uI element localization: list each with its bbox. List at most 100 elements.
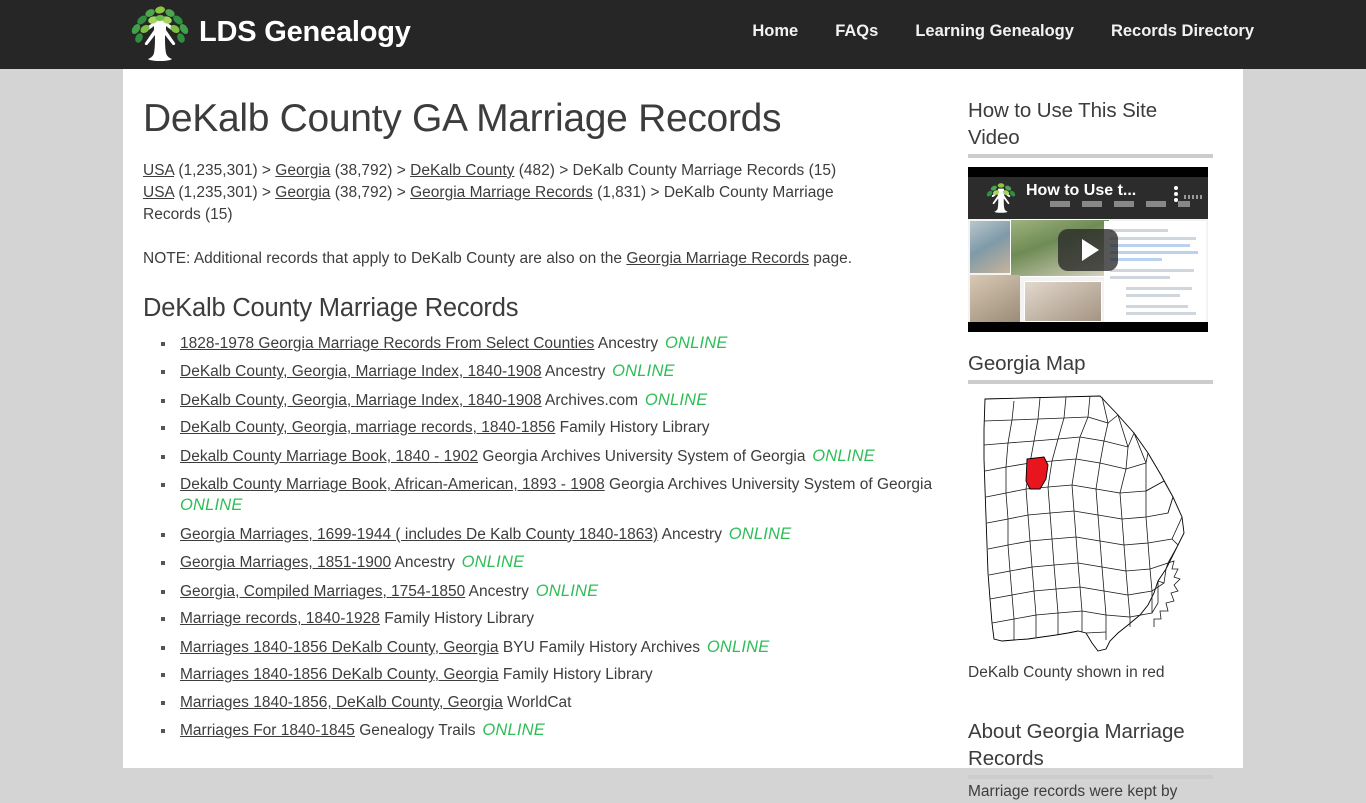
nav-learning-genealogy[interactable]: Learning Genealogy xyxy=(915,22,1074,41)
record-list-item: DeKalb County, Georgia, marriage records… xyxy=(176,418,943,438)
record-source: BYU Family History Archives xyxy=(498,638,701,656)
sidebar: How to Use This Site Video How to Use t.… xyxy=(968,69,1213,803)
record-list-item: Georgia Marriages, 1699-1944 ( includes … xyxy=(176,524,943,545)
nav-home[interactable]: Home xyxy=(752,22,798,41)
record-title-link[interactable]: Dekalb County Marriage Book, African-Ame… xyxy=(180,476,605,493)
record-title-link[interactable]: Georgia Marriages, 1851-1900 xyxy=(180,554,391,571)
note-link-georgia-marriage-records[interactable]: Georgia Marriage Records xyxy=(626,250,809,267)
breadcrumb-2-part-4[interactable]: Georgia Marriage Records xyxy=(410,184,593,201)
breadcrumb-1-part-1: (1,235,301) > xyxy=(174,161,276,179)
breadcrumb-2-part-3: (38,792) > xyxy=(330,183,411,201)
record-list: 1828-1978 Georgia Marriage Records From … xyxy=(143,333,943,742)
breadcrumb-1-part-0[interactable]: USA xyxy=(143,162,174,179)
about-body-text: Marriage records were kept by xyxy=(968,783,1178,800)
record-title-link[interactable]: DeKalb County, Georgia, Marriage Index, … xyxy=(180,392,542,409)
breadcrumb-2-part-1: (1,235,301) > xyxy=(174,183,276,201)
note-text: NOTE: Additional records that apply to D… xyxy=(143,248,943,270)
divider xyxy=(968,154,1213,158)
tree-logo-icon-thumb xyxy=(986,183,1016,213)
record-list-item: Marriage records, 1840-1928 Family Histo… xyxy=(176,609,943,629)
record-title-link[interactable]: Marriages For 1840-1845 xyxy=(180,722,355,739)
video-thumb-nav-bar xyxy=(1050,201,1190,207)
record-list-item: Georgia Marriages, 1851-1900 Ancestry ON… xyxy=(176,552,943,573)
brand-logo-link[interactable]: LDS Genealogy xyxy=(129,5,411,63)
nav-records-directory[interactable]: Records Directory xyxy=(1111,22,1254,41)
record-title-link[interactable]: Dekalb County Marriage Book, 1840 - 1902 xyxy=(180,448,478,465)
breadcrumb-2-part-2[interactable]: Georgia xyxy=(275,184,330,201)
breadcrumb-1-part-2[interactable]: Georgia xyxy=(275,162,330,179)
site-header: LDS Genealogy Home FAQs Learning Genealo… xyxy=(0,0,1366,69)
record-source: Family History Library xyxy=(379,610,535,628)
divider xyxy=(968,775,1213,779)
online-badge: ONLINE xyxy=(530,581,599,600)
record-list-item: Marriages 1840-1856 DeKalb County, Georg… xyxy=(176,665,943,685)
thumb-photo-3 xyxy=(970,275,1020,322)
georgia-map-svg xyxy=(983,395,1185,652)
play-icon xyxy=(1081,238,1099,261)
record-list-item: DeKalb County, Georgia, Marriage Index, … xyxy=(176,390,943,411)
record-list-item: Marriages 1840-1856 DeKalb County, Georg… xyxy=(176,637,943,658)
online-badge: ONLINE xyxy=(180,496,243,515)
divider xyxy=(968,380,1213,384)
record-list-item: DeKalb County, Georgia, Marriage Index, … xyxy=(176,361,943,382)
record-title-link[interactable]: Marriages 1840-1856, DeKalb County, Geor… xyxy=(180,694,503,711)
record-source: Ancestry xyxy=(391,554,455,572)
record-list-item: Dekalb County Marriage Book, African-Ame… xyxy=(176,474,943,516)
online-badge: ONLINE xyxy=(702,637,770,656)
video-thumb-header: How to Use t... xyxy=(968,177,1208,219)
record-title-link[interactable]: Marriages 1840-1856 DeKalb County, Georg… xyxy=(180,666,499,683)
online-badge: ONLINE xyxy=(477,721,545,740)
main-content: DeKalb County GA Marriage Records USA (1… xyxy=(143,69,943,749)
record-title-link[interactable]: 1828-1978 Georgia Marriage Records From … xyxy=(180,335,594,352)
record-list-item: 1828-1978 Georgia Marriage Records From … xyxy=(176,333,943,354)
brand-name: LDS Genealogy xyxy=(199,15,411,48)
record-source: WorldCat xyxy=(502,693,572,711)
record-source: Family History Library xyxy=(555,419,710,437)
page-container: DeKalb County GA Marriage Records USA (1… xyxy=(123,69,1243,800)
nav-faqs[interactable]: FAQs xyxy=(835,22,878,41)
video-thumb-menu-strip xyxy=(1184,195,1202,199)
page-title: DeKalb County GA Marriage Records xyxy=(143,97,782,140)
record-list-item: Georgia, Compiled Marriages, 1754-1850 A… xyxy=(176,581,943,602)
record-source: Genealogy Trails xyxy=(354,722,476,740)
section-title: DeKalb County Marriage Records xyxy=(143,293,519,322)
record-list-item: Dekalb County Marriage Book, 1840 - 1902… xyxy=(176,446,943,467)
online-badge: ONLINE xyxy=(723,524,792,543)
sidebar-about-heading: About Georgia Marriage Records xyxy=(968,720,1185,770)
online-badge: ONLINE xyxy=(660,333,728,352)
sidebar-video-heading: How to Use This Site Video xyxy=(968,99,1158,149)
how-to-use-video-player[interactable]: How to Use t... xyxy=(968,167,1208,332)
main-navigation: Home FAQs Learning Genealogy Records Dir… xyxy=(752,22,1254,41)
note-suffix: page. xyxy=(809,249,853,267)
sidebar-map-heading: Georgia Map xyxy=(968,352,1086,375)
record-source: Ancestry xyxy=(658,525,722,543)
breadcrumb-1-part-4[interactable]: DeKalb County xyxy=(410,162,514,179)
record-title-link[interactable]: Marriage records, 1840-1928 xyxy=(180,610,380,627)
record-title-link[interactable]: DeKalb County, Georgia, Marriage Index, … xyxy=(180,363,542,380)
video-play-button[interactable] xyxy=(1058,228,1118,271)
map-caption: DeKalb County shown in red xyxy=(968,664,1165,681)
note-prefix: NOTE: Additional records that apply to D… xyxy=(143,249,627,267)
record-source: Ancestry xyxy=(465,582,529,600)
record-title-link[interactable]: Georgia, Compiled Marriages, 1754-1850 xyxy=(180,583,465,600)
video-more-options-icon[interactable] xyxy=(1174,186,1178,202)
record-source: Archives.com xyxy=(541,391,639,409)
online-badge: ONLINE xyxy=(456,553,525,572)
breadcrumb-line-2: USA (1,235,301) > Georgia (38,792) > Geo… xyxy=(143,182,883,226)
breadcrumb-2-part-0[interactable]: USA xyxy=(143,184,174,201)
about-section: About Georgia Marriage Records Marriage … xyxy=(968,718,1213,803)
record-title-link[interactable]: DeKalb County, Georgia, marriage records… xyxy=(180,419,555,436)
record-list-item: Marriages 1840-1856, DeKalb County, Geor… xyxy=(176,693,943,713)
online-badge: ONLINE xyxy=(640,390,708,409)
record-source: Georgia Archives University System of Ge… xyxy=(604,476,933,494)
record-title-link[interactable]: Georgia Marriages, 1699-1944 ( includes … xyxy=(180,526,658,543)
record-title-link[interactable]: Marriages 1840-1856 DeKalb County, Georg… xyxy=(180,639,499,656)
breadcrumb-1-part-5: (482) > DeKalb County Marriage Records (… xyxy=(514,161,837,179)
record-source: Ancestry xyxy=(541,363,606,381)
online-badge: ONLINE xyxy=(607,362,675,381)
record-source: Family History Library xyxy=(498,666,653,684)
tree-logo-icon xyxy=(131,6,189,61)
georgia-county-map xyxy=(968,393,1208,655)
thumb-photo-1 xyxy=(970,221,1014,273)
breadcrumb-line-1: USA (1,235,301) > Georgia (38,792) > DeK… xyxy=(143,160,883,182)
